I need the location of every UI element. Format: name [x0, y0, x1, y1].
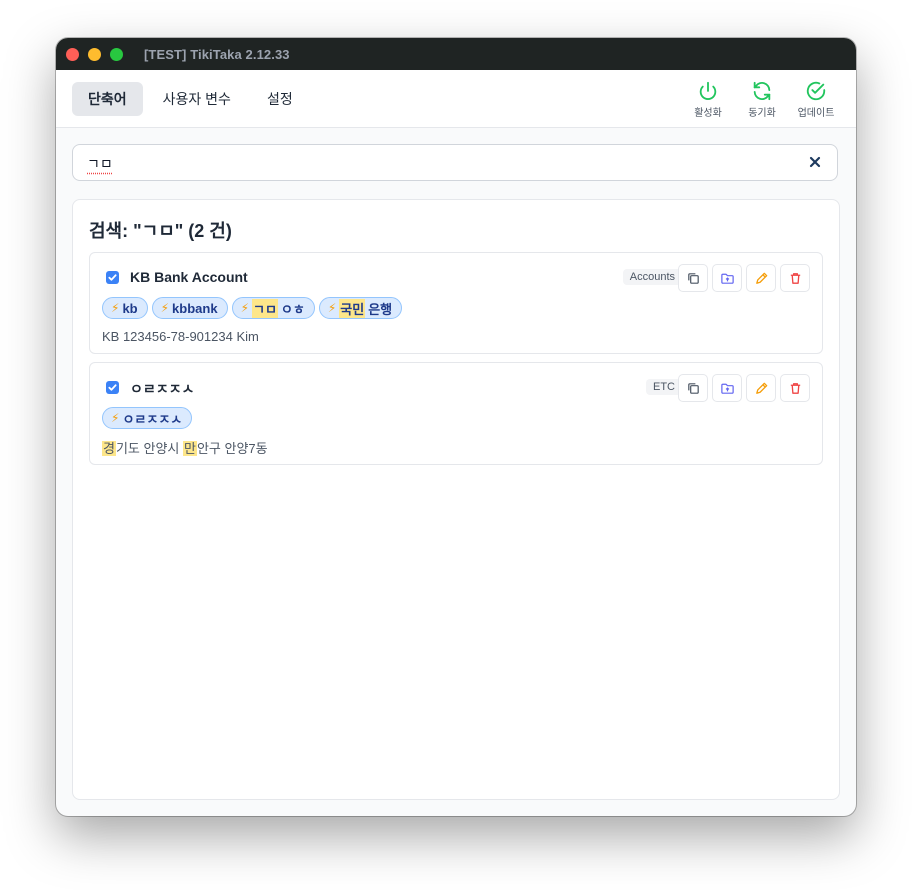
content-highlight: 경 [102, 441, 116, 456]
pencil-icon [755, 382, 767, 394]
update-label: 업데이트 [797, 108, 835, 119]
search-field[interactable]: ㄱㅁ [72, 144, 838, 181]
tag-chip[interactable]: ⚡ kb [102, 297, 148, 319]
lightning-icon: ⚡ [160, 301, 170, 315]
edit-button[interactable] [746, 374, 776, 402]
shortcut-card[interactable]: KB Bank Account Accounts ⚡ kb ⚡ kbbank ⚡… [89, 252, 823, 354]
copy-button[interactable] [678, 264, 708, 292]
check-circle-icon [806, 81, 826, 101]
card-actions [678, 374, 810, 402]
tag-label-rest: 은행 [368, 301, 393, 317]
app-window: [TEST] TikiTaka 2.12.33 단축어 사용자 변수 설정 활성… [56, 38, 856, 816]
content-highlight: 만 [183, 441, 197, 456]
move-button[interactable] [712, 264, 742, 292]
lightning-icon: ⚡ [111, 301, 120, 315]
update-button[interactable]: 업데이트 [796, 80, 836, 119]
trash-icon [790, 382, 800, 394]
power-icon [699, 81, 717, 100]
copy-icon [687, 382, 699, 394]
select-checkbox[interactable] [106, 271, 119, 284]
sync-label: 동기화 [748, 108, 776, 119]
shortcut-content: 경기도 안양시 만안구 안양7동 [102, 438, 268, 457]
app-header: 단축어 사용자 변수 설정 활성화 동기화 업데이트 [56, 70, 856, 128]
results-panel: 검색: "ㄱㅁ" (2 건) KB Bank Account Accounts [72, 199, 840, 800]
tab-user-variables[interactable]: 사용자 변수 [147, 82, 247, 116]
copy-button[interactable] [678, 374, 708, 402]
copy-icon [687, 272, 699, 284]
title-bar: [TEST] TikiTaka 2.12.33 [56, 38, 856, 70]
edit-button[interactable] [746, 264, 776, 292]
search-input[interactable]: ㄱㅁ [87, 154, 113, 174]
shortcut-content: KB 123456-78-901234 Kim [102, 329, 259, 344]
tag-chip[interactable]: ⚡ ㄱㅁ ㅇㅎ [231, 297, 315, 319]
tag-label: kbbank [172, 300, 218, 316]
checkmark-icon [108, 384, 117, 391]
tag-list: ⚡ kb ⚡ kbbank ⚡ ㄱㅁ ㅇㅎ ⚡ 국민 은행 [102, 297, 403, 319]
category-badge: Accounts [622, 269, 682, 285]
folder-upload-icon [720, 273, 734, 284]
tag-label: kb [122, 300, 138, 316]
category-badge: ETC [646, 379, 682, 395]
move-button[interactable] [712, 374, 742, 402]
delete-button[interactable] [780, 264, 810, 292]
close-icon[interactable] [807, 154, 823, 170]
shortcut-name: KB Bank Account [130, 269, 248, 285]
tag-label-rest: ㅇㅎ [280, 301, 305, 317]
minimize-window-button[interactable] [88, 47, 101, 61]
close-window-button[interactable] [66, 47, 79, 61]
refresh-icon [753, 81, 771, 101]
delete-button[interactable] [780, 374, 810, 402]
tab-settings[interactable]: 설정 [251, 82, 309, 116]
tag-highlight: ㄱㅁ [252, 298, 278, 318]
tag-list: ⚡ ㅇㄹㅈㅈㅅ [102, 407, 193, 429]
lightning-icon: ⚡ [327, 301, 337, 315]
tag-chip[interactable]: ⚡ 국민 은행 [318, 297, 403, 319]
select-checkbox[interactable] [106, 381, 119, 394]
results-title: 검색: "ㄱㅁ" (2 건) [89, 221, 232, 241]
lightning-icon: ⚡ [111, 411, 120, 425]
shortcut-card[interactable]: ㅇㄹㅈㅈㅅ ETC ⚡ ㅇㄹㅈㅈㅅ 경기도 안양시 만안구 안양7동 [89, 362, 823, 465]
tag-label: ㅇㄹㅈㅈㅅ [122, 411, 183, 427]
window-title: [TEST] TikiTaka 2.12.33 [144, 46, 290, 62]
checkmark-icon [108, 274, 117, 281]
shortcut-name: ㅇㄹㅈㅈㅅ [130, 381, 195, 397]
tag-highlight: 국민 [339, 298, 366, 318]
maximize-window-button[interactable] [110, 47, 123, 61]
trash-icon [790, 272, 800, 284]
tag-chip[interactable]: ⚡ kbbank [151, 297, 228, 319]
lightning-icon: ⚡ [240, 301, 249, 315]
activate-button[interactable]: 활성화 [688, 80, 728, 119]
window-controls [66, 47, 123, 61]
content-text: 기도 안양시 [115, 441, 183, 456]
folder-upload-icon [720, 383, 734, 394]
header-actions: 활성화 동기화 업데이트 [688, 80, 836, 119]
tab-shortcuts[interactable]: 단축어 [72, 81, 143, 116]
tag-chip[interactable]: ⚡ ㅇㄹㅈㅈㅅ [102, 407, 193, 429]
activate-label: 활성화 [694, 108, 722, 119]
content-text: 안구 안양7동 [196, 441, 268, 456]
pencil-icon [755, 272, 767, 284]
tab-bar: 단축어 사용자 변수 설정 [72, 81, 309, 116]
card-actions [678, 264, 810, 292]
sync-button[interactable]: 동기화 [742, 80, 782, 119]
